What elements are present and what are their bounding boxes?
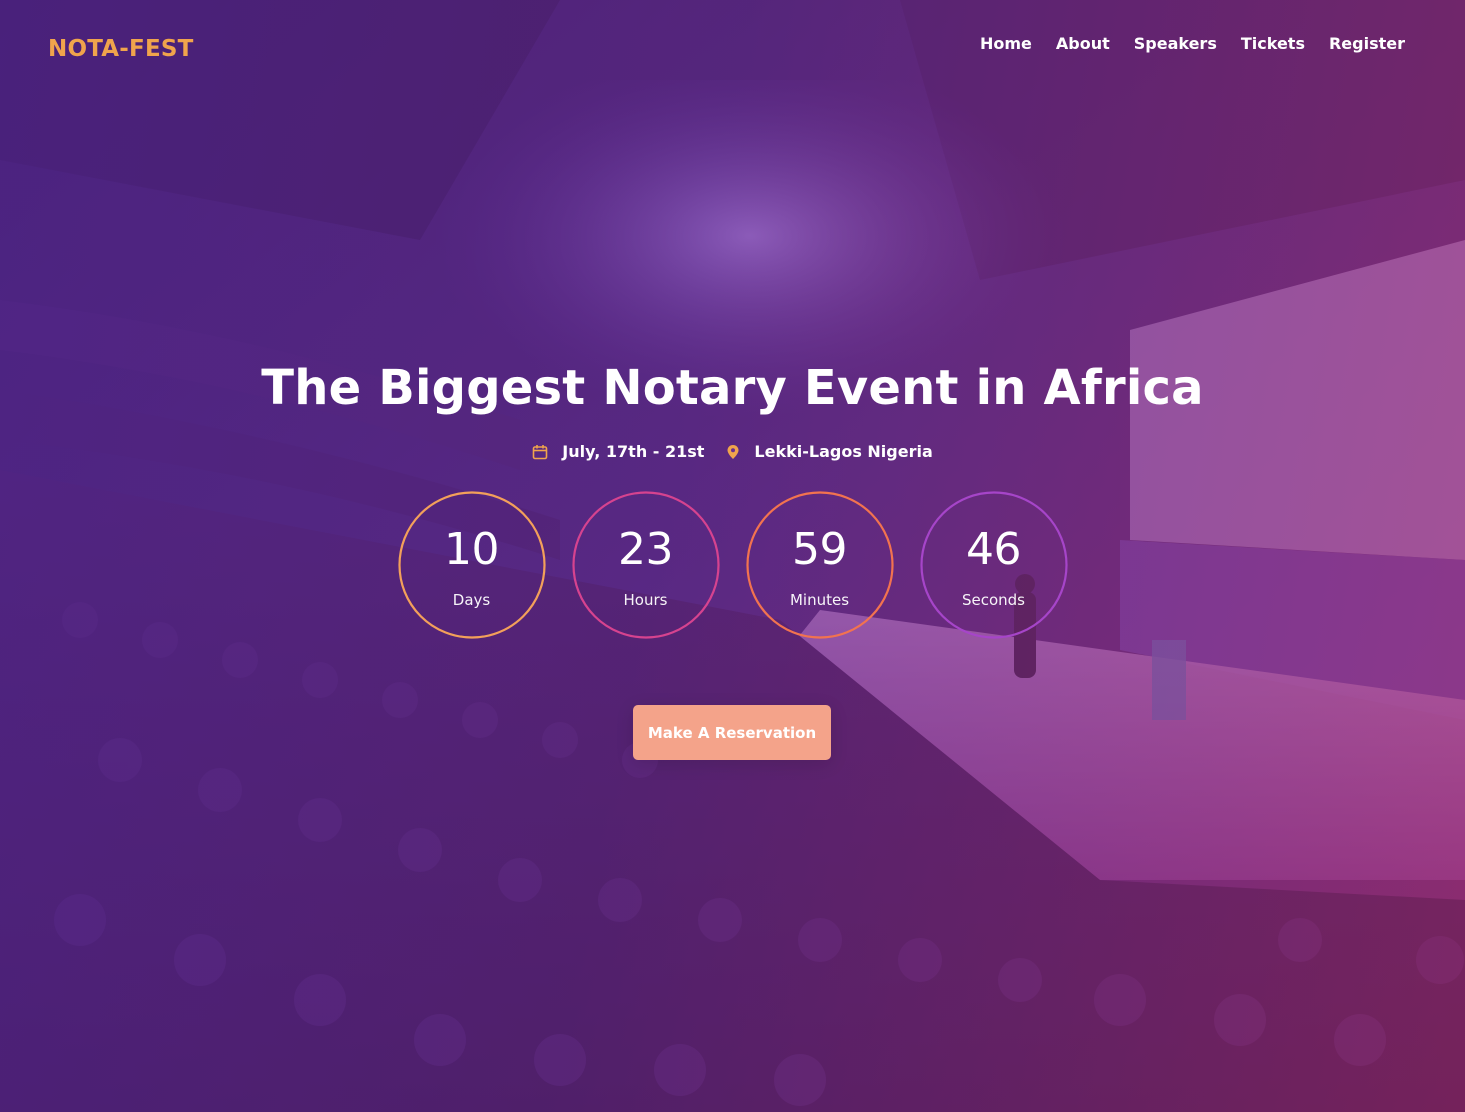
countdown-minutes: 59 Minutes bbox=[745, 491, 894, 639]
countdown-label: Seconds bbox=[961, 591, 1026, 609]
nav-about[interactable]: About bbox=[1056, 34, 1110, 54]
countdown-value: 46 bbox=[966, 524, 1022, 575]
countdown-seconds: 46 Seconds bbox=[919, 491, 1068, 639]
main-nav: Home About Speakers Tickets Register bbox=[980, 34, 1405, 54]
hero-title: The Biggest Notary Event in Africa bbox=[261, 360, 1204, 416]
nav-speakers[interactable]: Speakers bbox=[1134, 34, 1217, 54]
calendar-icon bbox=[532, 444, 548, 460]
countdown-days: 10 Days bbox=[397, 491, 546, 639]
countdown-value: 59 bbox=[792, 524, 848, 575]
event-location-text: Lekki-Lagos Nigeria bbox=[754, 442, 933, 461]
logo[interactable]: NOTA-FEST bbox=[48, 36, 194, 62]
nav-register[interactable]: Register bbox=[1329, 34, 1405, 54]
countdown: 10 Days 23 Hours 59 Minutes 46 Seconds bbox=[0, 491, 1465, 639]
event-meta: July, 17th - 21st Lekki-Lagos Nigeria bbox=[0, 442, 1465, 461]
nav-home[interactable]: Home bbox=[980, 34, 1032, 54]
event-location: Lekki-Lagos Nigeria bbox=[726, 442, 933, 461]
countdown-value: 23 bbox=[618, 524, 674, 575]
countdown-hours: 23 Hours bbox=[571, 491, 720, 639]
event-date-text: July, 17th - 21st bbox=[562, 442, 705, 461]
event-date: July, 17th - 21st bbox=[532, 442, 704, 461]
make-reservation-button[interactable]: Make A Reservation bbox=[633, 705, 831, 760]
nav-tickets[interactable]: Tickets bbox=[1241, 34, 1305, 54]
countdown-label: Minutes bbox=[789, 591, 850, 609]
site-header: NOTA-FEST Home About Speakers Tickets Re… bbox=[0, 0, 1465, 100]
countdown-value: 10 bbox=[444, 524, 500, 575]
map-pin-icon bbox=[726, 444, 740, 460]
countdown-label: Days bbox=[452, 591, 491, 609]
countdown-label: Hours bbox=[623, 591, 668, 609]
